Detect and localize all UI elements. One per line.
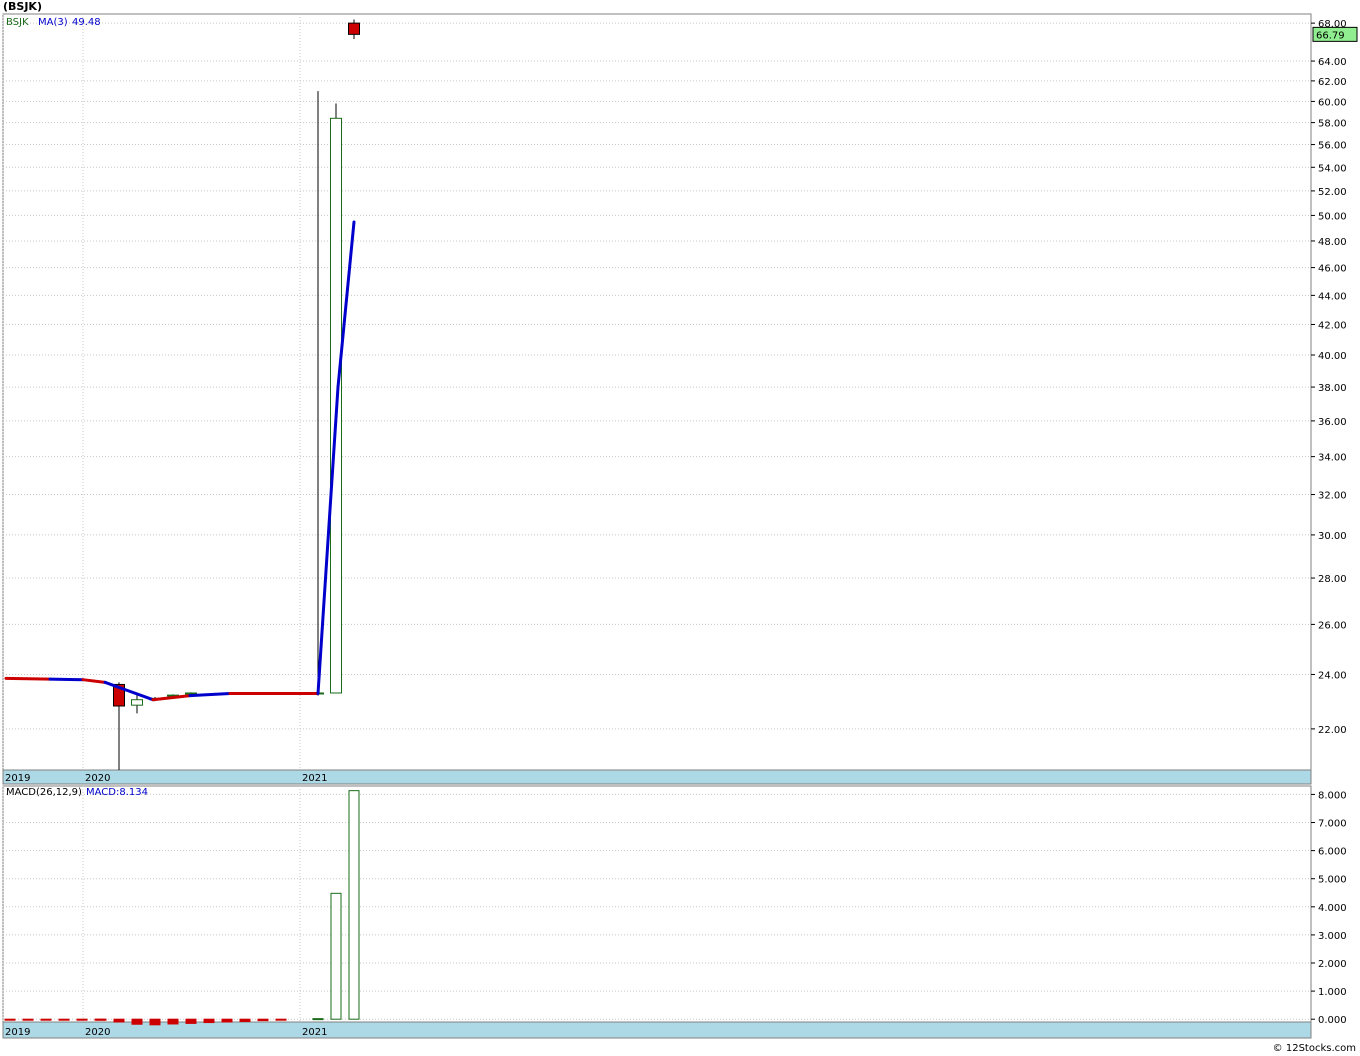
macd-bar [330,892,342,1020]
macd-bar [221,1018,233,1023]
price-legend-ma-name: MA(3) [38,17,68,28]
price-axis-label: 24.00 [1318,670,1347,681]
ma-line-segment [81,678,107,684]
price-panel-frame [2,13,1312,771]
macd-axis-label: 6.000 [1318,847,1347,858]
macd-bar [22,1018,34,1021]
macd-bar [76,1018,88,1021]
price-axis-label: 40.00 [1318,351,1347,362]
price-axis-label: 56.00 [1318,141,1347,152]
price-axis-label: 64.00 [1318,57,1347,68]
price-axis-label: 36.00 [1318,417,1347,428]
macd-bar [167,1018,179,1025]
price-axis-label: 26.00 [1318,620,1347,631]
price-axis-label: 62.00 [1318,77,1347,88]
macd-bar [58,1018,70,1021]
macd-bar [348,790,360,1020]
macd-panel-frame [2,785,1312,1023]
macd-bar [149,1018,161,1026]
price-year-label: 2021 [302,773,327,784]
macd-axis-label: 5.000 [1318,875,1347,886]
macd-axis-label: 0.000 [1318,1015,1347,1026]
macd-axis-label: 1.000 [1318,987,1347,998]
price-axis-label: 52.00 [1318,187,1347,198]
price-axis-label: 54.00 [1318,163,1347,174]
site-credit: © 12Stocks.com [1272,1043,1356,1054]
price-axis-label: 34.00 [1318,453,1347,464]
macd-bar [113,1018,125,1023]
macd-axis-label: 7.000 [1318,819,1347,830]
macd-bar [185,1018,197,1024]
macd-year-label: 2020 [85,1027,110,1038]
price-axis-label: 44.00 [1318,291,1347,302]
macd-bar [239,1018,251,1022]
price-axis-label: 28.00 [1318,574,1347,585]
price-year-label: 2019 [5,773,30,784]
candle-body [131,699,143,706]
ma-line-segment [4,676,52,681]
candle-body [348,22,360,35]
last-price-label: 66.79 [1316,30,1345,41]
price-year-label: 2020 [85,773,110,784]
ma-line-segment [103,680,155,702]
price-axis-label: 48.00 [1318,237,1347,248]
price-axis-label: 46.00 [1318,264,1347,275]
macd-axis-label: 4.000 [1318,903,1347,914]
macd-bar [40,1018,52,1021]
price-axis-label: 42.00 [1318,320,1347,331]
price-legend-symbol: BSJK [6,17,29,28]
macd-bar [131,1018,143,1025]
price-axis-label: 50.00 [1318,211,1347,222]
macd-bar [312,1018,324,1021]
price-axis-label: 22.00 [1318,725,1347,736]
macd-legend-name: MACD(26,12,9) [6,787,82,798]
price-date-axis-bar [2,769,1312,785]
macd-bar [275,1018,287,1021]
macd-year-label: 2019 [5,1027,30,1038]
macd-bar [203,1018,215,1024]
price-axis-label: 38.00 [1318,383,1347,394]
ma-line-segment [151,694,192,702]
candle-body [185,692,197,695]
macd-year-label: 2021 [302,1027,327,1038]
macd-axis-label: 2.000 [1318,959,1347,970]
macd-axis-label: 3.000 [1318,931,1347,942]
chart-canvas: 22.00 24.00 26.00 28.00 30.00 32.00 34.00 36.00… [2,13,1358,1039]
macd-date-axis-bar [2,1021,1312,1039]
price-axis-label: 58.00 [1318,119,1347,130]
macd-bar [4,1018,16,1021]
macd-bar [95,1018,107,1021]
price-axis-label: 32.00 [1318,491,1347,502]
price-axis-label: 60.00 [1318,97,1347,108]
price-axis-label: 30.00 [1318,531,1347,542]
ma-line-segment [48,677,85,682]
macd-axis-label: 8.000 [1318,790,1347,801]
macd-legend-value: MACD:8.134 [86,787,148,798]
macd-bar [257,1018,269,1022]
price-legend-ma-value: 49.48 [72,17,101,28]
